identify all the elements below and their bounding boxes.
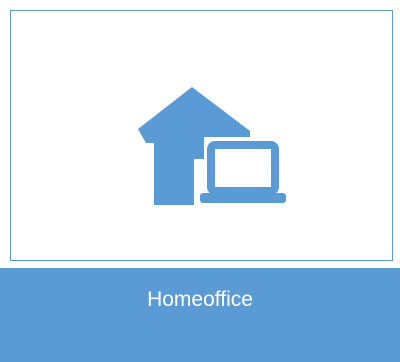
house-base	[154, 159, 194, 205]
tile-label: Homeoffice	[147, 288, 253, 311]
tile-icon-frame	[10, 10, 393, 261]
laptop-base	[200, 193, 286, 203]
laptop-screen	[207, 141, 279, 195]
homeoffice-icon	[138, 87, 286, 205]
homeoffice-tile[interactable]: Homeoffice	[0, 0, 400, 362]
tile-label-bar[interactable]: Homeoffice	[0, 268, 400, 362]
